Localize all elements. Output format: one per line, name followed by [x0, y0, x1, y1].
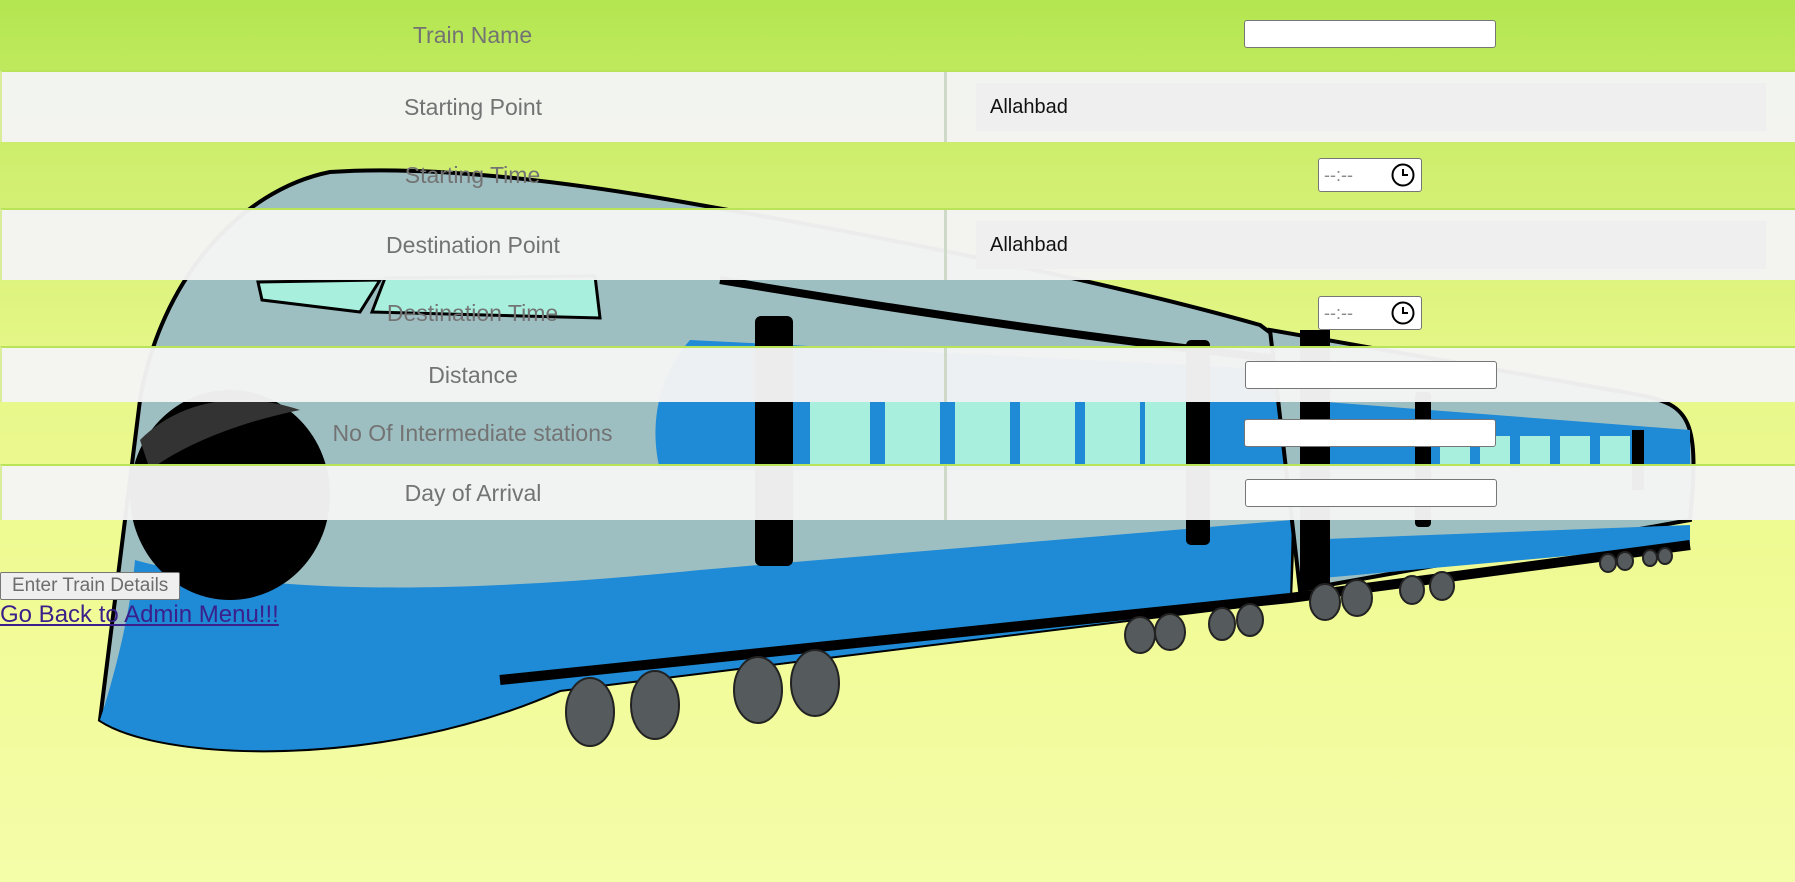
- form-actions: Enter Train Details Go Back to Admin Men…: [0, 572, 279, 629]
- intermediate-stations-label: No Of Intermediate stations: [332, 419, 613, 446]
- clock-icon[interactable]: [1390, 162, 1416, 188]
- destination-point-label: Destination Point: [2, 210, 947, 280]
- destination-point-select[interactable]: Allahbad: [976, 221, 1766, 269]
- destination-time-label: Destination Time: [386, 299, 559, 326]
- starting-time-placeholder: --:--: [1324, 164, 1353, 185]
- day-of-arrival-input[interactable]: [1245, 479, 1497, 507]
- day-of-arrival-label: Day of Arrival: [2, 466, 947, 520]
- starting-point-label: Starting Point: [2, 72, 947, 142]
- train-details-form: Train Name Starting Point Allahbad Start…: [0, 0, 1795, 520]
- form-row-destination-time: Destination Time --:--: [0, 280, 1795, 346]
- form-row-day-of-arrival: Day of Arrival: [0, 464, 1795, 520]
- destination-time-input[interactable]: --:--: [1318, 296, 1422, 330]
- form-row-distance: Distance: [0, 346, 1795, 402]
- enter-train-details-button[interactable]: Enter Train Details: [0, 572, 181, 600]
- starting-time-label: Starting Time: [404, 161, 541, 188]
- clock-icon[interactable]: [1390, 300, 1416, 326]
- destination-time-placeholder: --:--: [1324, 302, 1353, 323]
- back-to-admin-menu-link[interactable]: Go Back to Admin Menu!!!: [0, 601, 279, 629]
- train-name-label: Train Name: [412, 21, 533, 48]
- form-row-destination-point: Destination Point Allahbad: [0, 208, 1795, 280]
- distance-input[interactable]: [1245, 361, 1497, 389]
- intermediate-stations-input[interactable]: [1244, 419, 1496, 447]
- form-row-starting-point: Starting Point Allahbad: [0, 70, 1795, 142]
- starting-time-input[interactable]: --:--: [1318, 158, 1422, 192]
- starting-point-select[interactable]: Allahbad: [976, 83, 1766, 131]
- distance-label: Distance: [2, 348, 947, 402]
- form-row-train-name: Train Name: [0, 0, 1795, 70]
- form-row-intermediate-stations: No Of Intermediate stations: [0, 402, 1795, 464]
- form-row-starting-time: Starting Time --:--: [0, 142, 1795, 208]
- train-name-input[interactable]: [1244, 20, 1496, 48]
